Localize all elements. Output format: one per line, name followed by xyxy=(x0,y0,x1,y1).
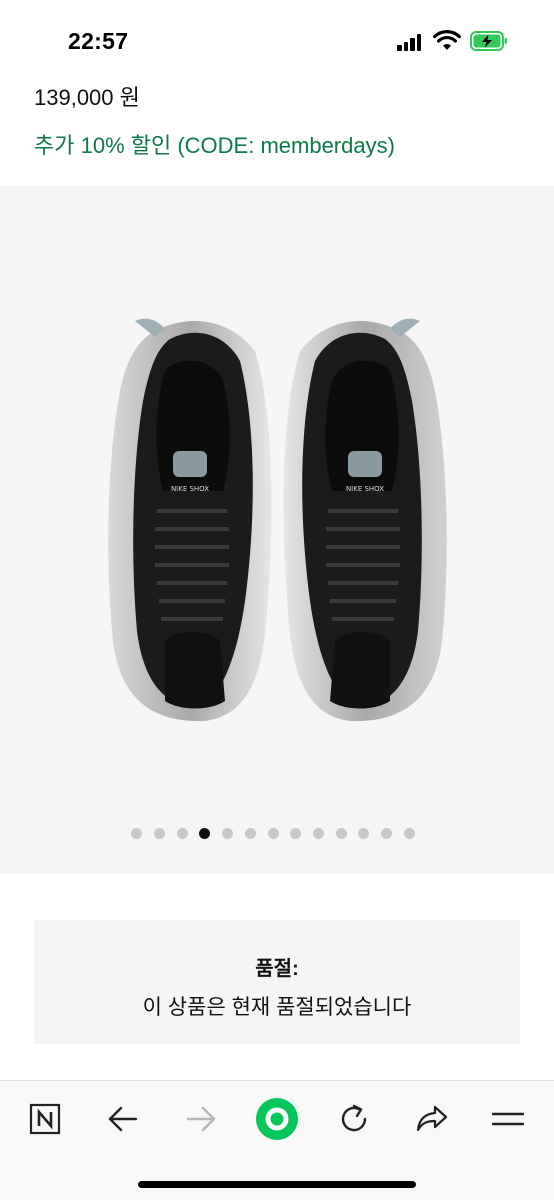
naver-home-button[interactable] xyxy=(21,1095,69,1143)
share-icon xyxy=(416,1105,448,1132)
gallery-dot[interactable] xyxy=(312,828,324,839)
gallery-dot[interactable] xyxy=(176,828,188,839)
forward-arrow-icon xyxy=(186,1106,216,1132)
product-image: NIKE SHOX NIKE SHOX xyxy=(108,318,447,722)
menu-button[interactable] xyxy=(484,1095,532,1143)
back-button[interactable] xyxy=(99,1095,147,1143)
right-shoe: NIKE SHOX xyxy=(283,318,447,722)
green-dot-button[interactable] xyxy=(253,1095,301,1143)
gallery-dot[interactable] xyxy=(244,828,256,839)
reload-button[interactable] xyxy=(330,1095,378,1143)
gallery-dot[interactable] xyxy=(381,828,392,839)
gallery-dot[interactable] xyxy=(222,828,234,839)
gallery-dot[interactable] xyxy=(131,828,143,839)
gallery-dot[interactable] xyxy=(290,828,302,839)
product-price: 139,000 원 xyxy=(34,85,140,110)
product-image-gallery[interactable]: NIKE SHOX NIKE SHOX xyxy=(0,186,554,874)
gallery-pagination-dots[interactable] xyxy=(0,828,554,842)
status-bar: 22:57 xyxy=(0,0,554,80)
sold-out-title: 품절: xyxy=(255,958,299,980)
green-dot-home-icon xyxy=(256,1098,298,1140)
menu-icon xyxy=(492,1112,524,1126)
share-button[interactable] xyxy=(408,1095,456,1143)
promo-discount-text: 추가 10% 할인 (CODE: memberdays) xyxy=(34,133,395,158)
home-indicator[interactable] xyxy=(138,1181,416,1188)
back-arrow-icon xyxy=(108,1106,138,1132)
gallery-dot[interactable] xyxy=(199,828,211,839)
wifi-icon xyxy=(433,30,461,50)
naver-n-icon xyxy=(29,1103,61,1135)
forward-button[interactable] xyxy=(177,1095,225,1143)
left-shoe-logo-text: NIKE SHOX xyxy=(171,485,209,493)
gallery-dot[interactable] xyxy=(358,828,370,839)
left-shoe: NIKE SHOX xyxy=(108,318,272,722)
gallery-dot[interactable] xyxy=(154,828,165,839)
status-time: 22:57 xyxy=(68,28,129,54)
right-shoe-logo-text: NIKE SHOX xyxy=(346,485,384,493)
gallery-dot[interactable] xyxy=(335,828,347,839)
reload-icon xyxy=(341,1104,367,1132)
battery-charging-icon xyxy=(470,31,507,51)
cellular-signal-icon xyxy=(397,33,423,51)
gallery-dot[interactable] xyxy=(267,828,279,839)
gallery-dot[interactable] xyxy=(403,828,415,839)
sold-out-notice: 품절: 이 상품은 현재 품절되었습니다 xyxy=(34,920,520,1044)
sold-out-message: 이 상품은 현재 품절되었습니다 xyxy=(142,996,412,1019)
browser-toolbar xyxy=(0,1080,554,1200)
